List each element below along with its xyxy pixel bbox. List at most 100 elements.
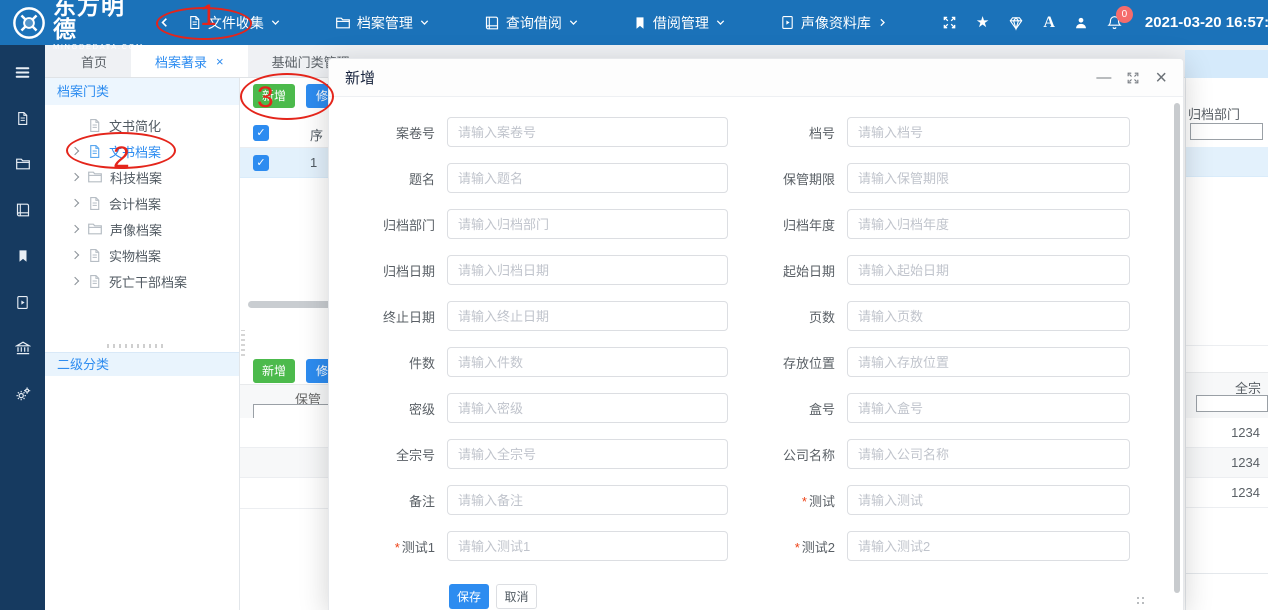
table-row[interactable] [1186, 147, 1268, 177]
sidebar-menu-icon[interactable] [11, 61, 35, 83]
tree-item-6[interactable]: 实物档案 [45, 242, 239, 268]
field-label: 件数 [408, 355, 435, 371]
sidebar-file-icon[interactable] [11, 107, 35, 129]
expand-chevron-icon[interactable] [71, 173, 80, 182]
nav-item-4[interactable]: 借阅管理 [633, 13, 726, 33]
field-input[interactable] [847, 301, 1130, 331]
form-row-2: 题名 保管期限 [329, 155, 1183, 201]
datetime: 2021-03-20 16:57:47 [1144, 14, 1268, 31]
field-input[interactable] [447, 255, 728, 285]
secondary-panel-title: 二级分类 [45, 352, 239, 376]
field-input[interactable] [447, 117, 728, 147]
fullscreen-icon[interactable] [942, 15, 957, 30]
main-nav: 文件收集 档案管理 查询借阅 借阅管理 声像资料库 [187, 13, 942, 33]
nav-item-1[interactable]: 文件收集 [187, 13, 281, 33]
field-input[interactable] [447, 301, 728, 331]
sidebar-folder-icon[interactable] [11, 153, 35, 175]
doc-icon [87, 248, 102, 263]
field-input[interactable] [447, 347, 728, 377]
sidebar-gears-icon[interactable] [11, 383, 35, 405]
select-all-checkbox[interactable]: ✓ [253, 125, 269, 141]
column-filter-input[interactable] [1196, 395, 1268, 412]
nav-item-3[interactable]: 查询借阅 [484, 13, 579, 33]
tree-item-5[interactable]: 声像档案 [45, 216, 239, 242]
field-input[interactable] [447, 393, 728, 423]
close-icon[interactable]: × [1155, 68, 1167, 88]
fullscreen-icon[interactable] [1126, 71, 1140, 85]
minimize-icon[interactable]: — [1096, 70, 1111, 85]
field-input[interactable] [447, 485, 728, 515]
field-input[interactable] [447, 163, 728, 193]
column-filter-input[interactable] [1190, 123, 1263, 140]
nav-item-5[interactable]: 声像资料库 [780, 13, 888, 33]
tree-item-3[interactable]: 科技档案 [45, 164, 239, 190]
sidebar-bookmark-icon[interactable] [11, 245, 35, 267]
tree-item-label: 文书简化 [109, 118, 162, 134]
panel-resize-grip[interactable] [241, 330, 245, 356]
tree-item-2[interactable]: 文书档案 [45, 138, 239, 164]
save-button[interactable]: 保存 [449, 584, 489, 609]
field-input[interactable] [447, 439, 728, 469]
sidebar-media-icon[interactable] [11, 291, 35, 313]
folder-icon [87, 169, 103, 185]
tab-2[interactable]: 档案著录 × [131, 45, 248, 77]
field-input[interactable] [847, 163, 1130, 193]
field-input[interactable] [847, 485, 1130, 515]
expand-chevron-icon[interactable] [71, 277, 80, 286]
gem-icon[interactable] [1008, 15, 1024, 31]
tree-item-4[interactable]: 会计档案 [45, 190, 239, 216]
user-icon[interactable] [1074, 16, 1088, 30]
table-row[interactable]: 1234 [1186, 418, 1268, 448]
category-panel: 档案门类 文书简化 文书档案 科技档案 会计档案 声像档案 实物档案 死亡干部档案 二级分类 [45, 78, 240, 610]
folder-icon [87, 221, 103, 237]
row-checkbox[interactable]: ✓ [253, 155, 269, 171]
logo[interactable]: 东方明德 MINGDEDATA.COM [12, 0, 144, 50]
field-input[interactable] [847, 439, 1130, 469]
table-row[interactable]: 1234 [1186, 448, 1268, 478]
collapse-nav-icon[interactable] [158, 16, 171, 29]
field-label: 归档部门 [382, 217, 435, 233]
field-label: 公司名称 [782, 447, 835, 463]
field-label: 题名 [408, 171, 435, 187]
row-seq-value: 1 [310, 155, 318, 170]
tree-item-1[interactable]: 文书简化 [45, 112, 239, 138]
bell-icon[interactable]: 0 [1107, 6, 1133, 30]
field-input[interactable] [847, 393, 1130, 423]
expand-chevron-icon[interactable] [71, 225, 80, 234]
nav-item-label: 借阅管理 [652, 14, 709, 31]
nav-item-2[interactable]: 档案管理 [335, 13, 430, 33]
field-input[interactable] [447, 209, 728, 239]
cancel-button[interactable]: 取消 [496, 584, 537, 609]
expand-chevron-icon[interactable] [71, 147, 80, 156]
resize-grip[interactable] [1137, 597, 1139, 599]
modal-body: 案卷号 档号题名 保管期限归档部门 归档年度归档日期 起始日期终止日期 页数件数 存放位置密… [329, 97, 1183, 569]
add-button-secondary[interactable]: 新增 [253, 359, 295, 383]
form-row-10: *测试1 *测试2 [329, 523, 1183, 569]
expand-chevron-icon[interactable] [71, 199, 80, 208]
field-label: 归档年度 [782, 217, 835, 233]
sidebar-book-icon[interactable] [11, 199, 35, 221]
table-row[interactable]: 1234 [1186, 478, 1268, 508]
vertical-scrollbar[interactable] [1174, 103, 1180, 593]
panel-splitter-handle[interactable] [107, 344, 165, 348]
field-label: 全宗号 [395, 447, 435, 463]
field-input[interactable] [447, 531, 728, 561]
form-row-3: 归档部门 归档年度 [329, 201, 1183, 247]
required-asterisk: * [801, 493, 807, 509]
star-icon[interactable]: ★ [976, 15, 989, 30]
add-button[interactable]: 新增 [253, 84, 295, 108]
field-input[interactable] [847, 117, 1130, 147]
field-input[interactable] [847, 209, 1130, 239]
logo-subtitle: MINGDEDATA.COM [53, 41, 144, 51]
archive-dept-column-header: 归档部门 [1188, 107, 1241, 122]
fonds-value: 1234 [1231, 455, 1260, 470]
field-input[interactable] [847, 347, 1130, 377]
field-input[interactable] [847, 255, 1130, 285]
tree-item-7[interactable]: 死亡干部档案 [45, 268, 239, 294]
field-input[interactable] [847, 531, 1130, 561]
tab-close-icon[interactable]: × [216, 54, 224, 69]
expand-chevron-icon[interactable] [71, 251, 80, 260]
font-size-icon[interactable]: A [1043, 14, 1055, 31]
notification-badge: 0 [1115, 6, 1133, 23]
sidebar-bank-icon[interactable] [11, 337, 35, 359]
